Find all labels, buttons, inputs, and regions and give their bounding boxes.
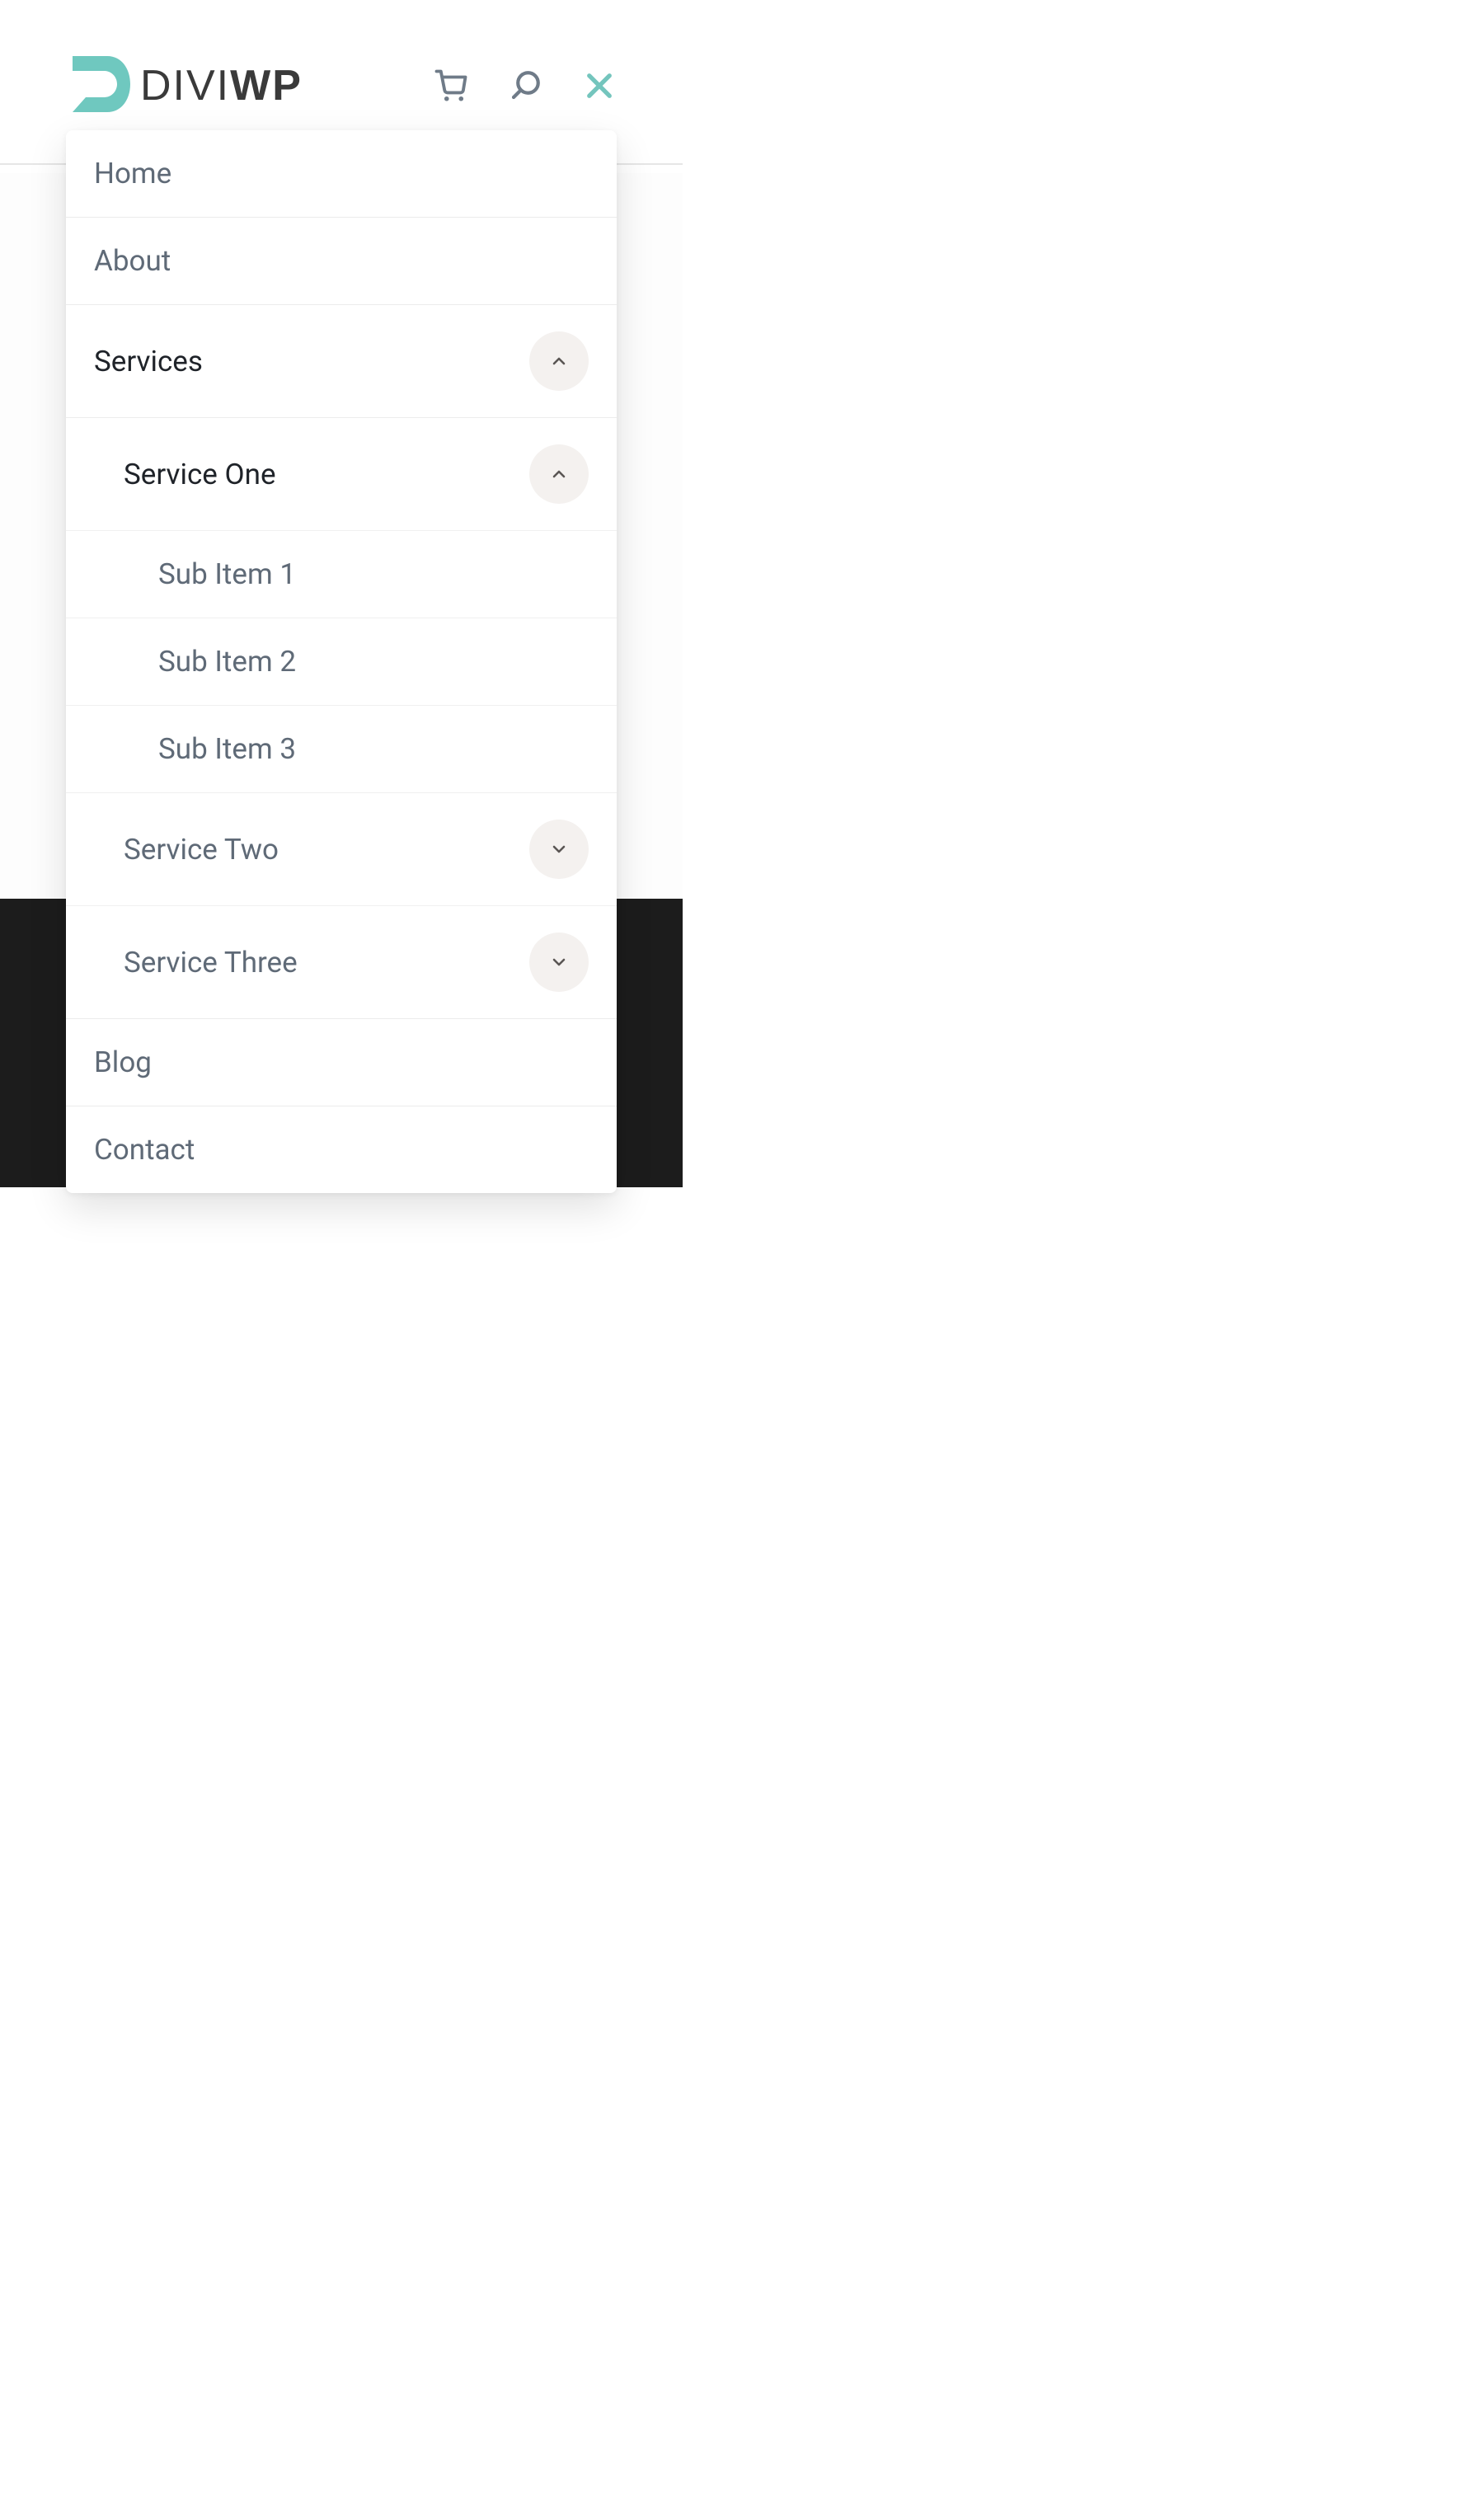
menu-item-label: Service Three [124,946,529,979]
menu-item-contact[interactable]: Contact [66,1106,617,1193]
menu-item-service-one[interactable]: Service One [66,418,617,531]
chevron-up-icon [549,464,569,484]
menu-item-services[interactable]: Services [66,305,617,418]
chevron-down-icon [549,839,569,859]
logo-text: DIVIWP [140,61,303,110]
menu-item-label: Sub Item 2 [158,645,589,679]
menu-item-about[interactable]: About [66,218,617,305]
mobile-menu-dropdown: Home About Services Service One Sub Item… [66,130,617,1193]
menu-item-sub-2[interactable]: Sub Item 2 [66,618,617,706]
collapse-toggle[interactable] [529,331,589,391]
close-icon[interactable] [582,68,617,103]
search-icon[interactable] [508,68,542,103]
site-logo[interactable]: DIVIWP [66,49,303,122]
menu-item-blog[interactable]: Blog [66,1019,617,1106]
cart-icon[interactable] [434,68,468,103]
header-icons [434,68,617,103]
menu-item-label: About [94,244,589,278]
menu-item-label: Sub Item 3 [158,732,589,766]
menu-item-service-three[interactable]: Service Three [66,906,617,1019]
menu-item-label: Home [94,157,589,190]
menu-item-label: Blog [94,1045,589,1079]
chevron-up-icon [549,351,569,371]
menu-item-service-two[interactable]: Service Two [66,793,617,906]
menu-item-label: Service Two [124,833,529,867]
menu-item-label: Service One [124,458,529,491]
menu-item-label: Sub Item 1 [158,557,589,591]
menu-item-label: Services [94,345,529,378]
menu-item-label: Contact [94,1133,589,1167]
collapse-toggle[interactable] [529,444,589,504]
mobile-viewport: DIVIWP [0,0,683,2518]
menu-item-sub-1[interactable]: Sub Item 1 [66,531,617,618]
expand-toggle[interactable] [529,820,589,879]
menu-item-home[interactable]: Home [66,130,617,218]
menu-item-sub-3[interactable]: Sub Item 3 [66,706,617,793]
logo-mark-icon [66,49,135,122]
expand-toggle[interactable] [529,933,589,992]
chevron-down-icon [549,952,569,972]
